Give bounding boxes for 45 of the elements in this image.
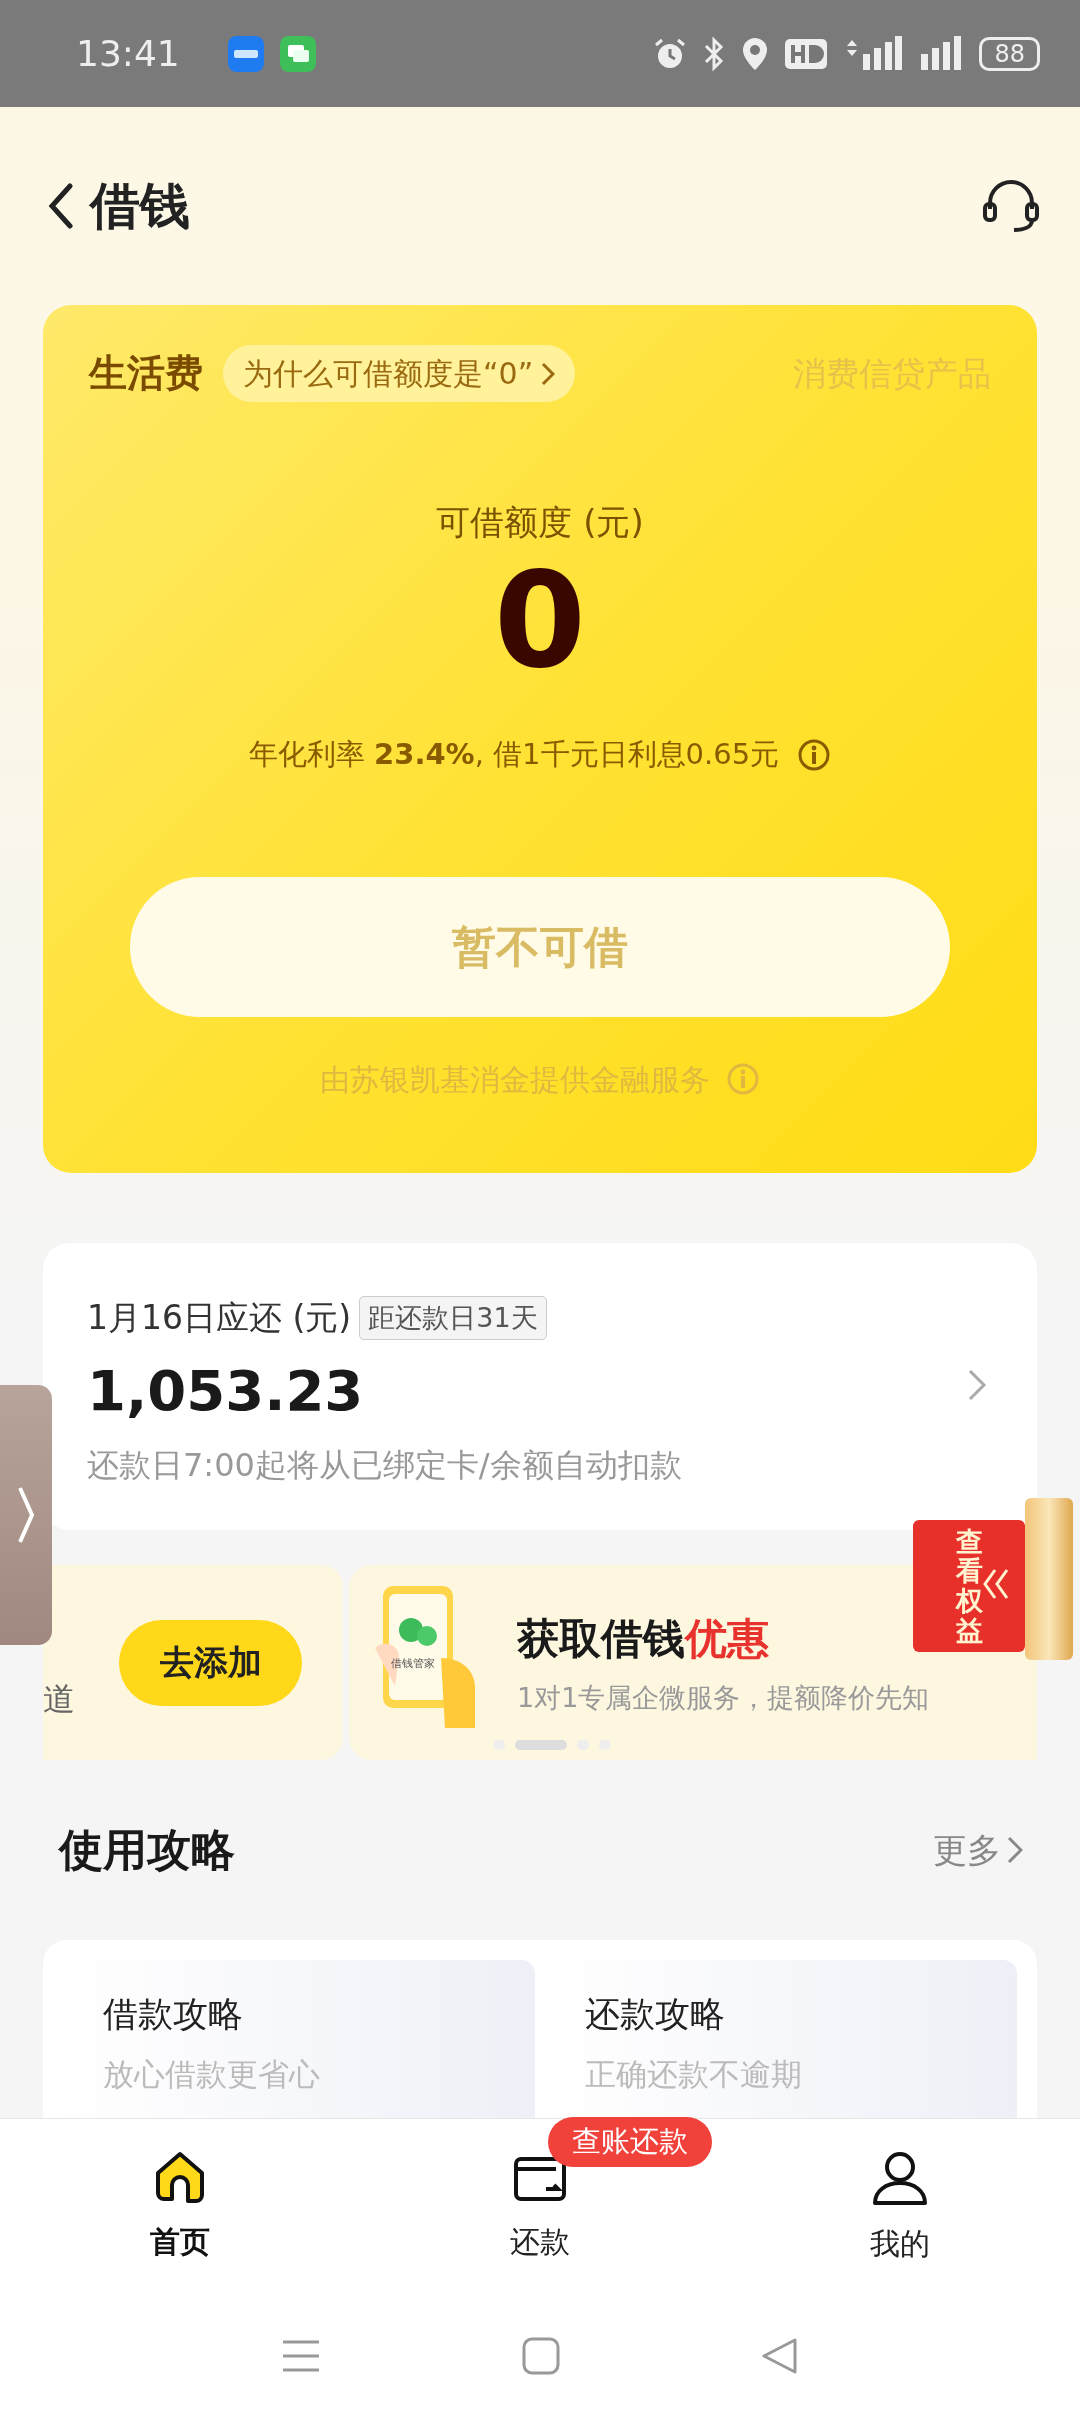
headset-icon[interactable] [982, 179, 1040, 233]
info-icon[interactable] [797, 737, 832, 772]
tab-item[interactable]: 首页 [0, 2119, 360, 2300]
tab-item[interactable]: 我的 [720, 2119, 1080, 2300]
add-button[interactable]: 去添加 [119, 1619, 302, 1706]
guide-title: 还款攻略 [585, 1993, 726, 2036]
guide-title: 借款攻略 [103, 1993, 244, 2036]
product-name: 生活费 [89, 350, 203, 397]
section-title: 使用攻略 [59, 1823, 235, 1877]
battery-indicator: 88 [979, 36, 1040, 71]
quota-amount: 0 [494, 548, 586, 694]
hd-icon [785, 38, 828, 69]
chevron-right-icon [1007, 1836, 1023, 1864]
signal-icon [919, 35, 964, 72]
person-icon [871, 2149, 929, 2207]
app-icon [227, 35, 264, 72]
phone-label: 借钱管家 [391, 1655, 435, 1672]
chevron-right-icon [541, 361, 556, 386]
due-title: 1月16日应还 (元) [87, 1297, 352, 1339]
promo-subtitle: 1对1专属企微服务，提额降价先知 [517, 1680, 930, 1715]
clock: 13:41 [76, 31, 180, 76]
location-icon [741, 35, 770, 72]
home-square-icon[interactable] [522, 2337, 560, 2375]
chat-icon [279, 35, 316, 72]
promo-title: 获取借钱优惠 [517, 1612, 770, 1665]
rate-text: 年化利率 23.4%, 借1千元日利息0.65元 [248, 736, 780, 774]
bluetooth-icon [703, 35, 726, 72]
days-left-tag: 距还款日31天 [359, 1295, 547, 1340]
guide-subtitle: 正确还款不逾期 [585, 2054, 803, 2094]
side-tab[interactable] [0, 1385, 52, 1645]
chevron-right-icon [967, 1368, 987, 1402]
double-chevron-left-icon [981, 1568, 1011, 1600]
back-icon[interactable] [48, 183, 74, 229]
back-triangle-icon[interactable] [761, 2337, 800, 2375]
guide-subtitle: 放心借款更省心 [103, 2054, 321, 2094]
page-title: 借钱 [90, 175, 190, 237]
quota-help-link[interactable]: 为什么可借额度是“0” [223, 345, 576, 402]
bill-badge: 查账还款 [548, 2117, 712, 2167]
tab-item[interactable]: 还款 查账还款 [360, 2119, 720, 2300]
alarm-icon [653, 36, 688, 71]
edge-text: 道 [43, 1679, 75, 1720]
due-amount: 1,053.23 [87, 1356, 364, 1425]
chevron-right-icon [17, 1485, 35, 1545]
autopay-note: 还款日7:00起将从已绑定卡/余额自动扣款 [87, 1444, 683, 1486]
quota-label: 可借额度 (元) [436, 501, 644, 544]
